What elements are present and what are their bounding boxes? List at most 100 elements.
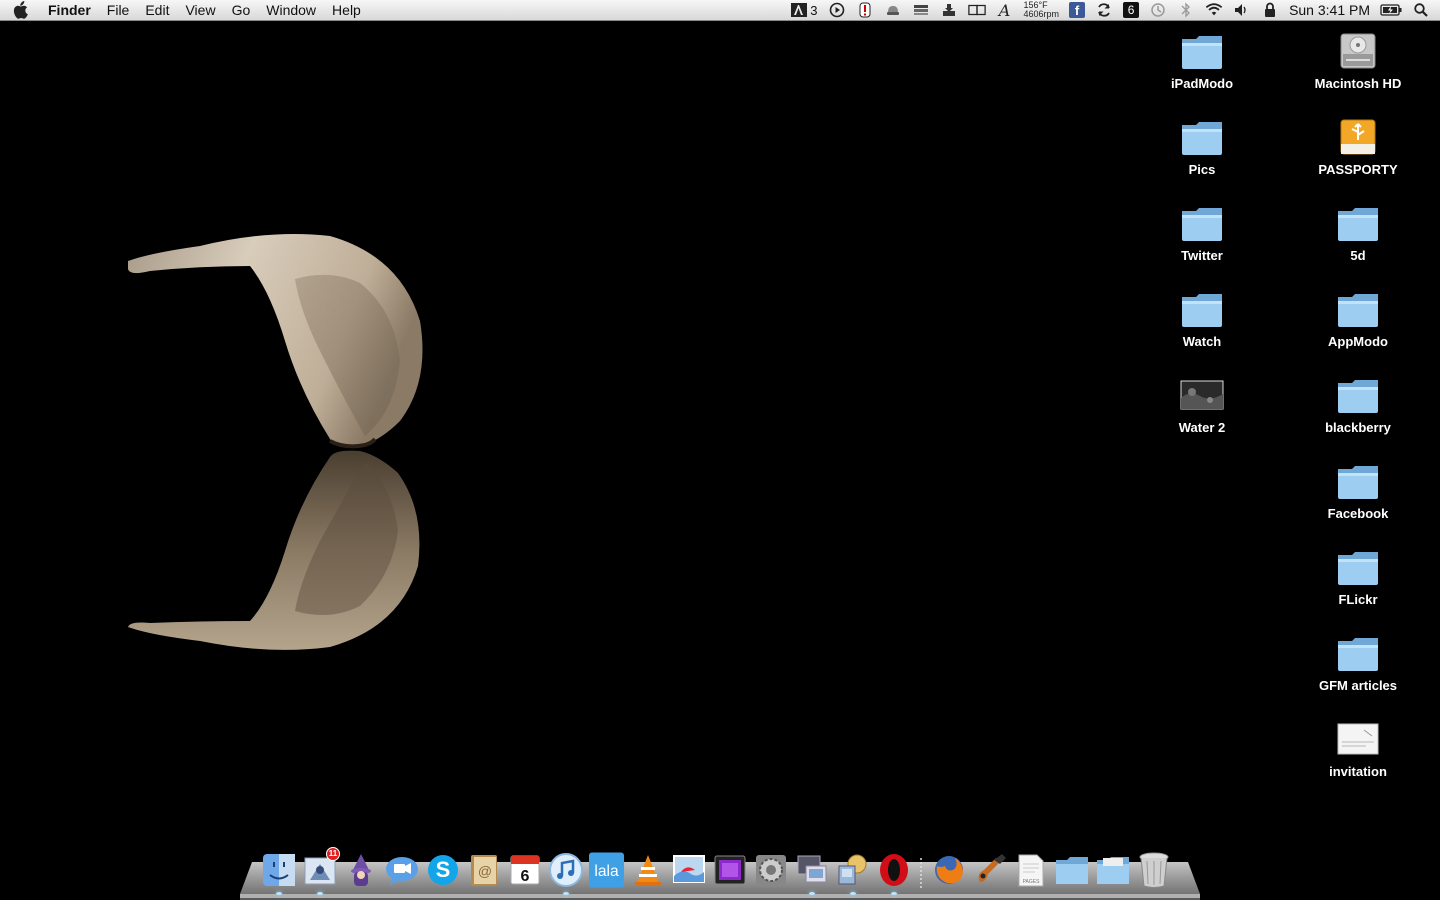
dock-ical[interactable]: 6 xyxy=(506,850,543,890)
help-menu[interactable]: Help xyxy=(324,0,369,21)
desktop-icon-appmodo[interactable]: AppModo xyxy=(1303,286,1413,349)
menu-clock[interactable]: Sun 3:41 PM xyxy=(1289,2,1370,18)
dock-vlc[interactable] xyxy=(629,850,666,890)
desktop-icon-flickr[interactable]: FLickr xyxy=(1303,544,1413,607)
desktop-icon-blackberry[interactable]: blackberry xyxy=(1303,372,1413,435)
desktop-icon-facebook[interactable]: Facebook xyxy=(1303,458,1413,521)
dock-ichat[interactable] xyxy=(383,850,420,890)
dock-pages[interactable]: PAGES xyxy=(1012,850,1049,890)
running-indicator xyxy=(849,892,856,895)
dock-firefox[interactable] xyxy=(930,850,967,890)
running-indicator xyxy=(316,892,323,895)
desktop-icon-5d[interactable]: 5d xyxy=(1303,200,1413,263)
dock-lala[interactable]: lala xyxy=(588,850,625,890)
skype-icon: S xyxy=(427,855,458,885)
desktop-icon-passporty[interactable]: PASSPORTY xyxy=(1303,114,1413,177)
desktop-icon-label: Facebook xyxy=(1327,506,1389,521)
folder-icon xyxy=(1179,200,1225,246)
bluetooth-icon[interactable] xyxy=(1177,2,1195,18)
dock-finder[interactable] xyxy=(260,850,297,895)
dock-photo-booth[interactable] xyxy=(711,850,748,890)
desktop-icon-invitation[interactable]: invitation xyxy=(1303,716,1413,779)
itunes-icon xyxy=(548,853,583,887)
desktop-icon-pics[interactable]: Pics xyxy=(1147,114,1257,177)
trash-icon xyxy=(1139,852,1168,888)
alert-icon[interactable] xyxy=(856,2,874,18)
cloud-drive-icon[interactable] xyxy=(884,2,902,18)
menu-extra-icon[interactable] xyxy=(912,2,930,18)
lock-icon[interactable] xyxy=(1261,2,1279,18)
desktop-icon-gfm-articles[interactable]: GFM articles xyxy=(1303,630,1413,693)
image-thumbnail-icon xyxy=(1179,372,1225,418)
dock-skype[interactable]: S xyxy=(424,850,461,890)
edit-menu[interactable]: Edit xyxy=(137,0,177,21)
desktop-icon-twitter[interactable]: Twitter xyxy=(1147,200,1257,263)
network-utility-icon xyxy=(838,854,866,885)
time-machine-icon[interactable] xyxy=(1149,2,1167,18)
hard-drive-icon xyxy=(1335,28,1381,74)
dock-garageband[interactable] xyxy=(971,850,1008,890)
folder-icon xyxy=(1179,114,1225,160)
adobe-count: 3 xyxy=(810,2,818,18)
desktop-icon-water-2[interactable]: Water 2 xyxy=(1147,372,1257,435)
desktop-icon-label: iPadModo xyxy=(1170,76,1234,91)
dock: 11 S @ 6 lala PAGES xyxy=(260,846,1172,895)
finder-icon xyxy=(262,854,295,886)
document-icon xyxy=(1335,716,1381,762)
mail-unread-badge: 11 xyxy=(326,847,340,861)
dock-iphoto[interactable] xyxy=(670,850,707,890)
dock-itunes[interactable] xyxy=(547,850,584,895)
address-book-icon: @ xyxy=(470,855,497,886)
dock-system-preferences[interactable] xyxy=(752,850,789,890)
file-menu[interactable]: File xyxy=(99,0,138,21)
growl-icon[interactable]: 6 xyxy=(1123,2,1140,18)
desktop-icon-label: invitation xyxy=(1329,764,1387,779)
play-icon[interactable] xyxy=(828,2,846,18)
dock-address-book[interactable]: @ xyxy=(465,850,502,890)
finder-app-menu[interactable]: Finder xyxy=(40,0,99,21)
download-icon[interactable] xyxy=(940,2,958,18)
dock-documents-stack[interactable] xyxy=(1053,850,1090,890)
dock-mail[interactable]: 11 xyxy=(301,847,340,895)
window-menu[interactable]: Window xyxy=(258,0,324,21)
dock-wizard[interactable] xyxy=(342,850,379,890)
facebook-icon[interactable]: f xyxy=(1069,2,1086,18)
desktop-icon-label: GFM articles xyxy=(1318,678,1398,693)
desktop-icon-ipadmodo[interactable]: iPadModo xyxy=(1147,28,1257,91)
battery-icon[interactable] xyxy=(1380,2,1402,18)
garageband-icon xyxy=(978,854,1006,882)
desktop-icon-label: Watch xyxy=(1182,334,1222,349)
desktop-icon-watch[interactable]: Watch xyxy=(1147,286,1257,349)
folder-icon xyxy=(1179,28,1225,74)
dock-remote-desktop[interactable] xyxy=(793,850,830,895)
dock-network-utility[interactable] xyxy=(834,850,871,895)
folder-icon xyxy=(1335,544,1381,590)
font-icon[interactable]: A xyxy=(996,1,1014,20)
desktop-icon-macintosh-hd[interactable]: Macintosh HD xyxy=(1303,28,1413,91)
lala-icon: lala xyxy=(588,852,625,888)
dock-trash[interactable] xyxy=(1135,850,1172,890)
folder-stack-icon xyxy=(1096,857,1129,884)
dock-separator xyxy=(916,850,926,890)
photo-booth-icon xyxy=(714,855,745,885)
opera-icon xyxy=(879,854,908,886)
dock-downloads-stack[interactable] xyxy=(1094,850,1131,890)
view-menu[interactable]: View xyxy=(177,0,223,21)
dock-opera[interactable] xyxy=(875,850,912,895)
pages-icon: PAGES xyxy=(1018,854,1043,887)
go-menu[interactable]: Go xyxy=(224,0,259,21)
garlic-clove xyxy=(128,233,423,449)
sync-icon[interactable] xyxy=(1095,2,1113,18)
folder-icon xyxy=(1179,286,1225,332)
volume-icon[interactable] xyxy=(1233,2,1251,18)
apple-menu-icon[interactable] xyxy=(0,0,40,21)
spotlight-icon[interactable] xyxy=(1412,2,1430,18)
temperature-monitor[interactable]: 156°F 4606rpm xyxy=(1024,1,1060,19)
wifi-icon[interactable] xyxy=(1205,2,1223,18)
svg-text:@: @ xyxy=(477,863,491,879)
mirror-display-icon[interactable] xyxy=(967,2,986,18)
calendar-icon: 6 xyxy=(510,855,539,885)
desktop-icon-label: PASSPORTY xyxy=(1318,162,1398,177)
desktop-icon-label: Water 2 xyxy=(1178,420,1226,435)
adobe-updater-status[interactable]: 3 xyxy=(791,2,818,18)
